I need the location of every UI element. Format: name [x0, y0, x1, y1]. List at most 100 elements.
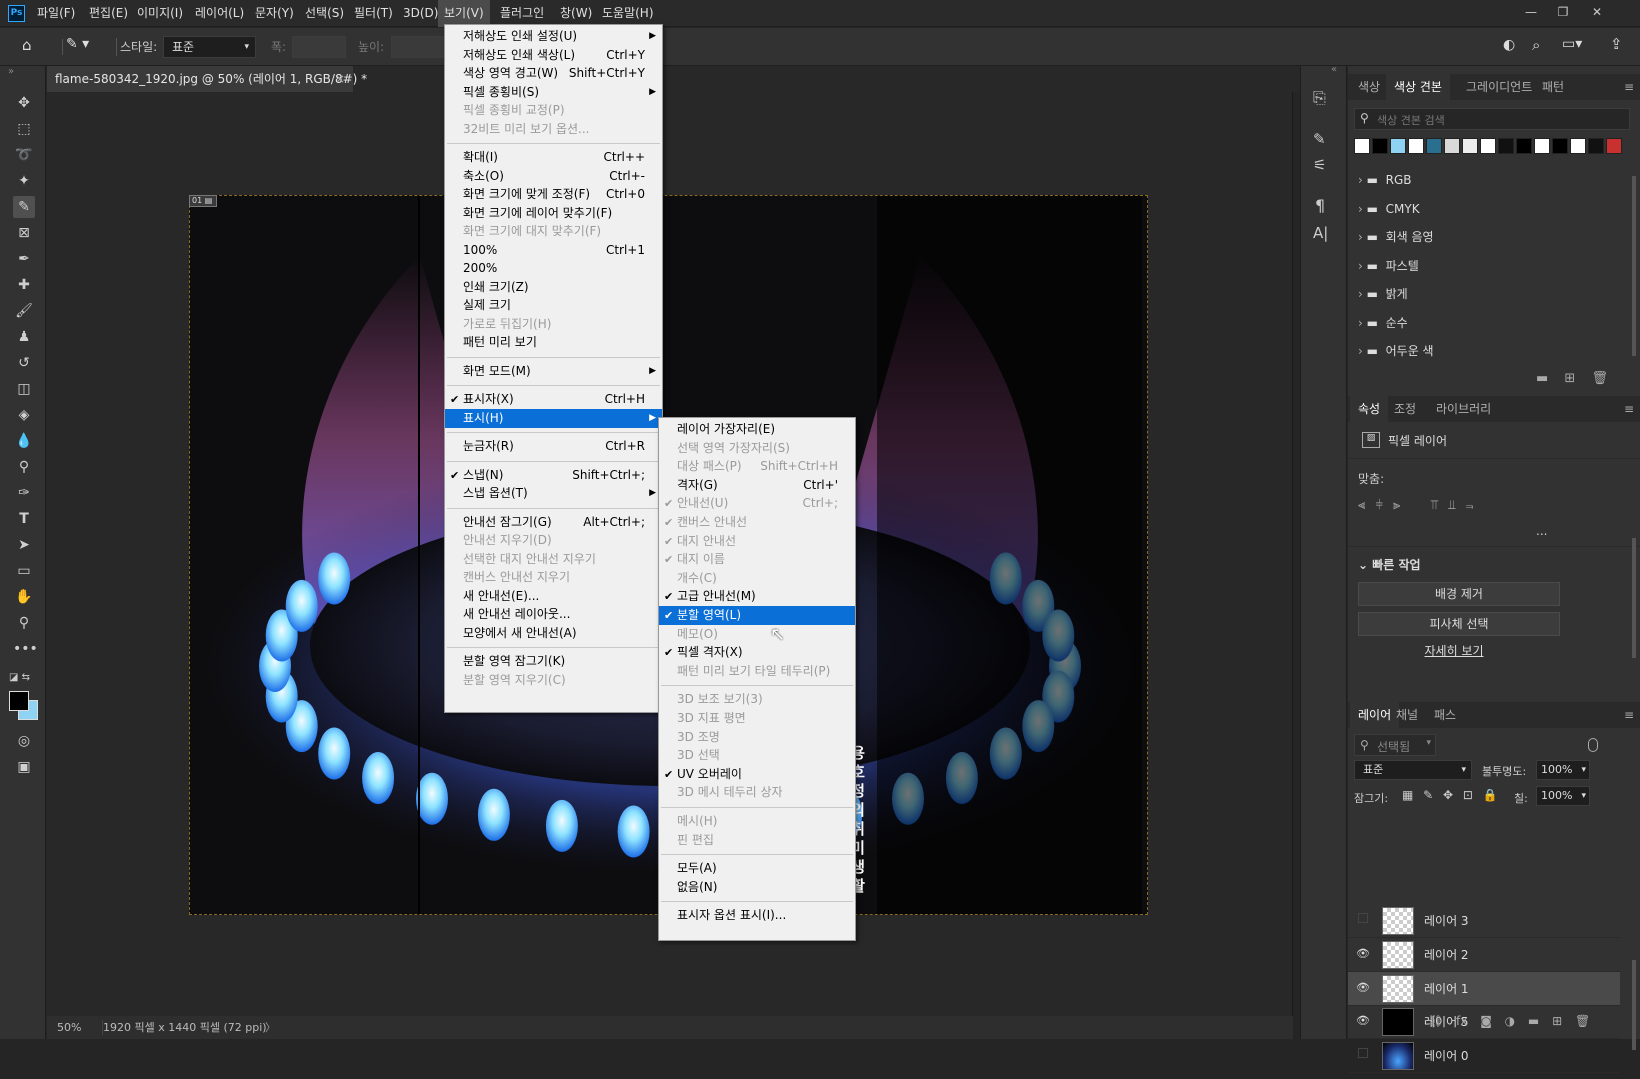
swatch-folder[interactable]: › ▬ RGB [1358, 166, 1412, 194]
swatch-folder[interactable]: › ▬ 순수 [1358, 309, 1408, 337]
search-icon[interactable]: ⌕ [1532, 36, 1540, 54]
menu-item[interactable]: 패턴 미리 보기 [445, 333, 662, 352]
collapse-toolbar-icon[interactable]: » [8, 66, 14, 77]
healing-brush-tool-icon[interactable]: ✚ [13, 274, 35, 296]
swatch[interactable] [1588, 138, 1604, 154]
menu-item[interactable]: 모양에서 새 안내선(A) [445, 624, 662, 643]
panel-menu-icon[interactable]: ≡ [1624, 396, 1634, 422]
clone-stamp-tool-icon[interactable]: ♟ [13, 326, 35, 348]
default-colors-icon[interactable]: ◪ ⇆ [9, 672, 30, 683]
align-buttons-icon[interactable]: ⫷ ⫩ ⫸ ⫪ ⫫ ⫬ [1358, 498, 1473, 513]
history-panel-icon[interactable]: ⎘ [1313, 88, 1326, 108]
layer-row[interactable]: 👁 레이어 1 [1348, 971, 1620, 1006]
marquee-tool-preset-icon[interactable]: ✎ ▾ [66, 36, 89, 52]
remove-background-button[interactable]: 배경 제거 [1358, 582, 1560, 606]
panel-tab-3[interactable]: 패스 [1426, 702, 1464, 728]
brush-settings-panel-icon[interactable]: ✎ [1313, 130, 1326, 148]
menu-item[interactable]: 인쇄 크기(Z) [445, 278, 662, 297]
menu-item[interactable]: 새 안내선 레이아웃... [445, 605, 662, 624]
swatch[interactable] [1462, 138, 1478, 154]
menu-item[interactable]: ✔ 스냅(N) Shift+Ctrl+; [445, 466, 662, 485]
menu-10[interactable]: 플러그인 [494, 0, 550, 27]
frame-tool-icon[interactable]: ⊠ [13, 222, 35, 244]
layer-row[interactable]: 레이어 3 [1348, 904, 1620, 938]
learn-more-link[interactable]: 자세히 보기 [1348, 642, 1560, 659]
swatch-folder[interactable]: › ▬ CMYK [1358, 195, 1420, 223]
close-icon[interactable]: ✕ [1582, 0, 1612, 24]
swatch[interactable] [1606, 138, 1622, 154]
menu-item[interactable]: 축소(O) Ctrl+- [445, 167, 662, 186]
menu-item[interactable]: 스냅 옵션(T) ▶ [445, 484, 662, 503]
menu-item[interactable]: 레이어 가장자리(E) [659, 420, 855, 439]
history-brush-tool-icon[interactable]: ↺ [13, 352, 35, 374]
eraser-tool-icon[interactable]: ◫ [13, 378, 35, 400]
menu-item[interactable]: 없음(N) [659, 878, 855, 897]
menu-item[interactable]: 격자(G) Ctrl+' [659, 476, 855, 495]
menu-item[interactable]: 200% [445, 259, 662, 278]
menu-item[interactable]: 모두(A) [659, 859, 855, 878]
restore-icon[interactable]: ❐ [1548, 0, 1578, 24]
swatch[interactable] [1372, 138, 1388, 154]
swatch-folder[interactable]: › ▬ 파스텔 [1358, 252, 1419, 280]
select-subject-button[interactable]: 피사체 선택 [1358, 612, 1560, 636]
swatch[interactable] [1444, 138, 1460, 154]
menu-item[interactable]: 확대(I) Ctrl++ [445, 148, 662, 167]
menu-item[interactable]: ✔ UV 오버레이 [659, 765, 855, 784]
menu-item[interactable]: 분할 영역 잠그기(K) [445, 652, 662, 671]
swatch[interactable] [1552, 138, 1568, 154]
minimize-icon[interactable]: — [1516, 0, 1546, 24]
menu-5[interactable]: 문자(Y) [249, 0, 300, 27]
eye-icon[interactable]: 👁 [1356, 981, 1370, 995]
eyedropper-tool-icon[interactable]: ✒ [13, 248, 35, 270]
move-tool-icon[interactable]: ✥ [13, 92, 35, 114]
menu-12[interactable]: 도움말(H) [596, 0, 660, 27]
swatch[interactable] [1534, 138, 1550, 154]
swatch-folder[interactable]: › ▬ 회색 음영 [1358, 223, 1434, 251]
slice-tool-icon[interactable]: ✎ [13, 196, 35, 218]
menu-item[interactable]: ✔ 픽셀 격자(X) [659, 643, 855, 662]
menu-item[interactable]: ✔ 분할 영역(L) [659, 606, 855, 625]
width-input[interactable] [292, 36, 346, 58]
menu-4[interactable]: 레이어(L) [189, 0, 250, 27]
menu-item[interactable]: 표시(H) ▶ [445, 408, 662, 428]
opacity-input[interactable]: 100% ▾ [1536, 760, 1590, 780]
swatch[interactable] [1516, 138, 1532, 154]
menu-item[interactable]: 저해상도 인쇄 설정(U) ▶ [445, 27, 662, 46]
fill-input[interactable]: 100% ▾ [1536, 786, 1590, 806]
swatch-folder[interactable]: › ▬ 밝게 [1358, 280, 1408, 308]
zoom-level[interactable]: 50% [57, 1016, 81, 1039]
menu-item[interactable]: 픽셀 종횡비(S) ▶ [445, 83, 662, 102]
swatch-panel-actions-icon[interactable]: ▬ ⊞ 🗑 [1536, 371, 1608, 386]
panel-tab-2[interactable]: 조정 [1386, 396, 1424, 422]
eye-hidden-icon[interactable] [1356, 1048, 1370, 1062]
menu-item[interactable]: ✔ 고급 안내선(M) [659, 587, 855, 606]
foreground-color-swatch[interactable] [9, 691, 29, 711]
quick-actions-title[interactable]: ⌄ 빠른 작업 [1358, 556, 1421, 573]
more-options-icon[interactable]: ... [1536, 524, 1547, 538]
properties-scrollbar[interactable] [1630, 458, 1638, 688]
menu-2[interactable]: 편집(E) [83, 0, 134, 27]
adjustments-panel-icon[interactable]: ⚟ [1313, 156, 1326, 174]
workspace-icon[interactable]: ▭▾ [1562, 36, 1582, 52]
menu-item[interactable]: 저해상도 인쇄 색상(L) Ctrl+Y [445, 46, 662, 65]
panel-tab-3[interactable]: 라이브러리 [1428, 396, 1499, 422]
panel-tab-1[interactable]: 색상 [1350, 74, 1388, 100]
menu-item[interactable]: 100% Ctrl+1 [445, 241, 662, 260]
blend-mode-select[interactable]: 표준 ▾ [1354, 760, 1472, 780]
status-more-icon[interactable]: 〉 [265, 1016, 276, 1039]
eye-hidden-icon[interactable] [1356, 913, 1370, 927]
menu-item[interactable]: 화면 모드(M) ▶ [445, 362, 662, 381]
menu-item[interactable]: ✔ 표시자(X) Ctrl+H [445, 390, 662, 409]
swatch[interactable] [1408, 138, 1424, 154]
swatch[interactable] [1390, 138, 1406, 154]
magic-wand-tool-icon[interactable]: ✦ [13, 170, 35, 192]
swatch[interactable] [1354, 138, 1370, 154]
panel-tab-1[interactable]: 속성 [1350, 396, 1389, 422]
menu-item[interactable]: 색상 영역 경고(W) Shift+Ctrl+Y [445, 64, 662, 83]
layer-actions-icon[interactable]: ⛓ fx ◙ ◑ ▬ ⊞ 🗑 [1428, 1014, 1590, 1028]
document-tab[interactable]: flame-580342_1920.jpg @ 50% (레이어 1, RGB/… [47, 66, 367, 92]
menu-7[interactable]: 필터(T) [348, 0, 399, 27]
swatch[interactable] [1570, 138, 1586, 154]
menu-item[interactable]: 화면 크기에 맞게 조정(F) Ctrl+0 [445, 185, 662, 204]
marquee-tool-icon[interactable]: ⬚ [13, 118, 35, 140]
